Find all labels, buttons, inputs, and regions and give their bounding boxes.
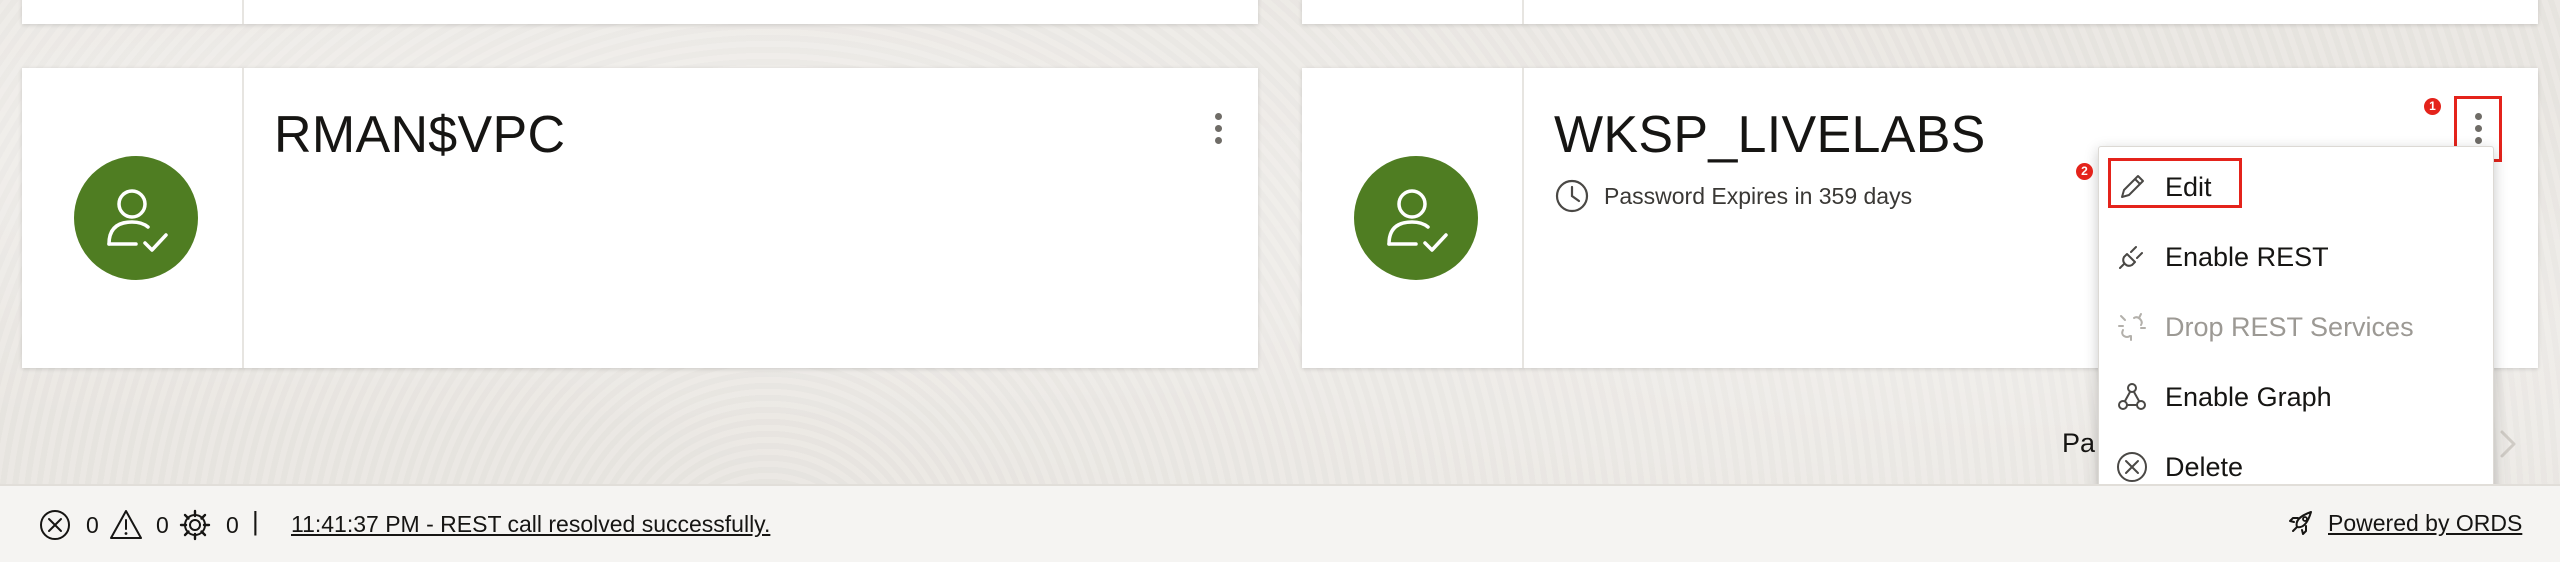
menu-item-label: Enable Graph <box>2165 381 2332 412</box>
status-separator: | <box>252 506 259 536</box>
step-badge-1: 1 <box>2424 98 2441 115</box>
status-errors[interactable]: 0 <box>38 508 99 542</box>
user-avatar <box>1354 156 1478 280</box>
card-title: WKSP_LIVELABS <box>1554 106 1986 164</box>
menu-item-label: Enable REST <box>2165 241 2329 272</box>
card-actions-button[interactable] <box>1198 98 1238 158</box>
powered-by-ords[interactable]: Powered by ORDS <box>2284 506 2522 540</box>
user-check-icon <box>107 189 168 252</box>
step-badge-2: 2 <box>2076 163 2093 180</box>
graph-icon <box>2118 383 2146 410</box>
kebab-dot <box>1214 124 1222 132</box>
status-tasks[interactable]: 0 <box>178 508 239 542</box>
error-count: 0 <box>86 511 99 538</box>
menu-item-drop-rest-services[interactable]: Drop REST Services <box>2099 292 2493 362</box>
user-avatar <box>74 156 198 280</box>
powered-by-ords-link[interactable]: Powered by ORDS <box>2328 510 2522 537</box>
user-card-rman-vpc: RMAN$VPC <box>22 68 1258 368</box>
kebab-dot <box>1214 112 1222 120</box>
card-divider <box>242 68 244 368</box>
card-top-right-partial <box>1302 0 2538 24</box>
delete-circle-icon <box>2117 452 2147 482</box>
card-title: RMAN$VPC <box>274 106 566 164</box>
warning-count: 0 <box>156 511 169 538</box>
menu-item-enable-rest[interactable]: Enable REST <box>2099 222 2493 292</box>
gear-icon <box>179 509 211 541</box>
card-top-left-partial <box>22 0 1258 24</box>
task-count: 0 <box>226 511 239 538</box>
clock-icon <box>1555 179 1589 213</box>
status-bar: 0 0 0 | 11:41:37 PM - REST call resolved… <box>0 484 2560 562</box>
rocket-icon <box>2289 511 2312 535</box>
pager-label: Pa <box>2062 428 2096 458</box>
menu-item-enable-graph[interactable]: Enable Graph <box>2099 362 2493 432</box>
error-circle-icon <box>40 510 70 540</box>
edit-highlight-box <box>2108 158 2242 208</box>
warning-triangle-icon <box>110 510 142 539</box>
status-warnings[interactable]: 0 <box>108 508 169 542</box>
chevron-right-icon[interactable] <box>2494 424 2522 464</box>
password-expiry: Password Expires in 359 days <box>1554 174 1912 218</box>
menu-item-label: Drop REST Services <box>2165 311 2414 342</box>
card-divider <box>1522 68 1524 368</box>
menu-item-label: Delete <box>2165 451 2244 482</box>
card-divider <box>1522 0 1524 24</box>
password-expiry-text: Password Expires in 359 days <box>1604 182 1913 209</box>
plug-icon <box>2119 246 2143 269</box>
status-message-link[interactable]: 11:41:37 PM - REST call resolved success… <box>291 511 770 538</box>
user-check-icon <box>1387 189 1448 252</box>
kebab-dot <box>1214 136 1222 144</box>
card-divider <box>242 0 244 24</box>
broken-plug-icon <box>2118 313 2146 341</box>
